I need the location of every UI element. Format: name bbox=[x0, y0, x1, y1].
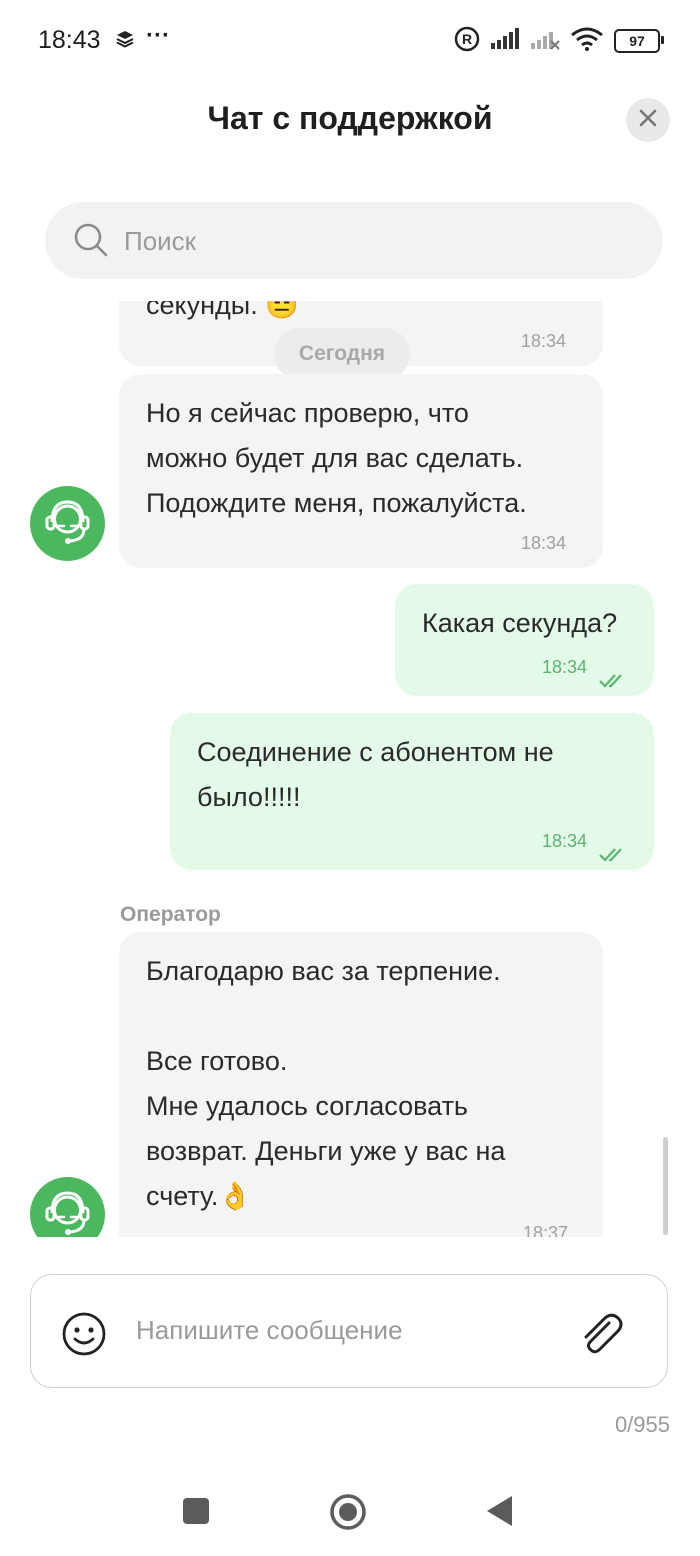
recent-apps-button[interactable] bbox=[183, 1498, 209, 1524]
battery-icon: 97 bbox=[614, 29, 664, 53]
signal-icon bbox=[490, 27, 520, 55]
close-button[interactable] bbox=[626, 98, 670, 142]
notification-more: ··· bbox=[146, 22, 170, 49]
headset-agent-icon bbox=[45, 500, 90, 544]
chat-messages[interactable]: секунды. 😑 18:34 Сегодня Но я сейчас про… bbox=[0, 301, 700, 1237]
headset-agent-icon bbox=[45, 1191, 90, 1235]
message-time: 18:34 bbox=[542, 657, 588, 677]
date-separator: Сегодня bbox=[274, 328, 410, 380]
back-button[interactable] bbox=[486, 1495, 514, 1532]
sender-label: Оператор bbox=[120, 903, 221, 926]
search-placeholder: Поиск bbox=[124, 226, 197, 256]
message-bubble-user[interactable]: Соединение с абонентом не было!!!!! 18:3… bbox=[170, 713, 654, 870]
status-time: 18:43 bbox=[38, 26, 101, 54]
search-input[interactable]: Поиск bbox=[45, 202, 663, 279]
layers-icon bbox=[116, 30, 134, 53]
message-bubble-user[interactable]: Какая секунда? 18:34 bbox=[395, 584, 654, 696]
double-check-icon bbox=[599, 832, 627, 877]
operator-avatar bbox=[30, 486, 105, 561]
double-check-icon bbox=[599, 658, 627, 703]
message-text: Соединение с абонентом не было!!!!! bbox=[197, 737, 554, 812]
message-text: Благодарю вас за терпение. Все готово. М… bbox=[146, 956, 506, 1211]
character-counter: 0/955 bbox=[614, 1412, 670, 1437]
home-button[interactable] bbox=[329, 1493, 367, 1536]
status-bar: 18:43 ··· R 97 bbox=[0, 0, 700, 80]
wifi-icon bbox=[570, 27, 604, 56]
message-time: 18:37 bbox=[523, 1223, 569, 1237]
chat-scrollbar[interactable] bbox=[663, 1137, 668, 1235]
message-text: Какая секунда? bbox=[422, 608, 618, 638]
emoji-icon[interactable] bbox=[61, 1311, 107, 1362]
message-input[interactable]: Напишите сообщение bbox=[136, 1315, 403, 1346]
operator-avatar bbox=[30, 1177, 105, 1237]
page-title: Чат с поддержкой bbox=[207, 100, 493, 136]
signal-off-icon bbox=[530, 28, 560, 55]
svg-text:R: R bbox=[462, 31, 472, 47]
message-text: секунды. 😑 bbox=[146, 301, 299, 320]
message-composer[interactable]: Напишите сообщение bbox=[30, 1274, 668, 1388]
message-time: 18:34 bbox=[521, 533, 567, 553]
message-bubble-operator[interactable]: Но я сейчас проверю, что можно будет для… bbox=[119, 374, 603, 568]
message-bubble-operator[interactable]: Благодарю вас за терпение. Все готово. М… bbox=[119, 932, 603, 1237]
message-text: Но я сейчас проверю, что можно будет для… bbox=[146, 398, 527, 518]
paperclip-icon[interactable] bbox=[576, 1309, 626, 1364]
message-time: 18:34 bbox=[521, 331, 567, 351]
registered-icon: R bbox=[454, 26, 480, 57]
search-icon bbox=[73, 222, 109, 263]
message-time: 18:34 bbox=[542, 831, 588, 851]
close-icon bbox=[639, 109, 657, 132]
